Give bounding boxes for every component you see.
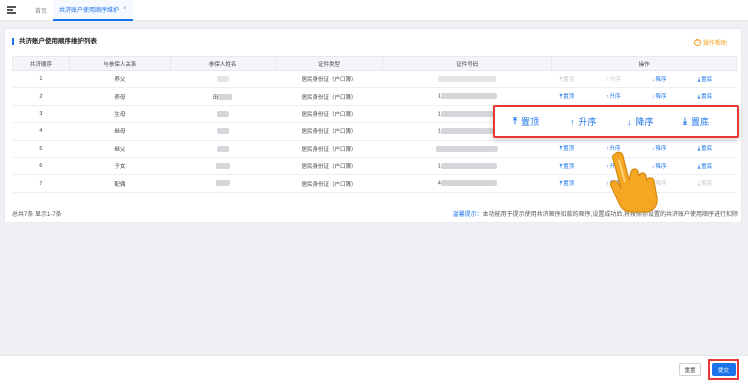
cell-relation: 继父: [69, 140, 171, 158]
submit-button[interactable]: 提交: [711, 363, 736, 376]
cell-id-type: 居民身份证（户口簿）: [275, 140, 383, 158]
cell-id-type: 居民身份证（户口簿）: [275, 105, 383, 124]
bottom-button[interactable]: ⤓置底: [698, 162, 736, 171]
cell-name: 田: [170, 87, 276, 106]
menu-icon[interactable]: [7, 6, 17, 14]
cell-id-number: [382, 70, 552, 89]
up-button[interactable]: ↑升序: [606, 75, 644, 83]
cell-id-number: 4: [382, 174, 552, 193]
pagination-total: 总共7条 显示1-7条: [12, 212, 62, 218]
bottom-button[interactable]: ⤓置底: [698, 75, 736, 84]
header-order: 共济顺序: [12, 56, 70, 71]
redacted-id: [436, 145, 499, 152]
submit-highlight: 提交: [708, 359, 739, 380]
redacted-name: [215, 180, 230, 187]
tab-home[interactable]: 首页: [29, 6, 53, 15]
help-icon: ?: [693, 39, 701, 46]
cell-id-type: 居民身份证（户口簿）: [275, 70, 383, 89]
arrow-top-icon: ⤒: [513, 116, 517, 126]
top-button[interactable]: ⤒置顶: [560, 144, 598, 153]
redacted-id: [440, 128, 497, 135]
popup-bottom-button[interactable]: ⤓ 置底: [683, 115, 709, 128]
top-button[interactable]: ⤒置顶: [560, 162, 598, 171]
cell-order: 7: [12, 174, 70, 193]
table-row: 1 养父 居民身份证（户口簿） ⤒置顶 ↑升序 ↓降序 ⤓置底: [12, 70, 737, 89]
cell-name: [170, 105, 276, 124]
table-header: 共济顺序 与参保人关系 参保人姓名 证件类型 证件号码 操作: [12, 56, 737, 71]
top-button[interactable]: ⤒置顶: [560, 179, 598, 188]
redacted-id: [440, 110, 497, 117]
cell-order: 4: [12, 122, 70, 141]
popup-down-button[interactable]: ↓ 降序: [627, 115, 654, 128]
cell-id-number: [382, 140, 552, 158]
bottom-button[interactable]: ⤓置底: [698, 144, 736, 153]
hand-pointer-icon: [609, 151, 658, 213]
table-row: 2 养母 田 居民身份证（户口簿） 1 ⤒置顶 ↑升序 ↓降序 ⤓置底: [12, 87, 737, 106]
cell-order: 1: [12, 70, 70, 89]
redacted-name: [216, 128, 229, 135]
top-button[interactable]: ⤒置顶: [560, 92, 598, 101]
help-label: 操作帮助: [702, 41, 727, 47]
popup-top-button[interactable]: ⤒ 置顶: [513, 115, 539, 128]
header-name: 参保人姓名: [169, 56, 276, 71]
cell-relation: 子女: [69, 157, 171, 176]
cell-relation: 养母: [69, 87, 171, 106]
cell-name: [170, 122, 276, 141]
cell-relation: 养父: [69, 70, 171, 89]
tip-text: 温馨提示：本功能用于提示使用共济顺序扣款的顺序,设置成功后,将按照你设置的共济账…: [453, 209, 738, 218]
cell-id-type: 居民身份证（户口簿）: [275, 174, 383, 193]
cell-id-type: 居民身份证（户口簿）: [275, 122, 383, 141]
arrow-up-icon: ↑: [570, 116, 575, 127]
help-link[interactable]: ? 操作帮助: [693, 38, 727, 47]
redacted-name: [216, 110, 229, 117]
cell-relation: 继母: [69, 122, 171, 141]
reset-button[interactable]: 重置: [679, 363, 701, 376]
cell-name: [170, 174, 276, 193]
footer-bar: 重置 提交: [0, 355, 748, 386]
tab-account-order[interactable]: 共济账户使用顺序维护 ×: [53, 0, 133, 21]
redacted-id: [440, 162, 497, 169]
cell-actions: ⤒置顶 ↑升序 ↓降序 ⤓置底: [551, 70, 737, 89]
cell-name: [170, 140, 276, 158]
redacted-name: [218, 94, 233, 101]
panel-title: 共济账户使用顺序维护列表: [12, 38, 97, 45]
cell-id-type: 居民身份证（户口簿）: [275, 157, 383, 176]
header-actions: 操作: [551, 56, 737, 71]
cell-relation: 配偶: [69, 174, 171, 193]
close-icon[interactable]: ×: [123, 6, 127, 12]
top-button[interactable]: ⤒置顶: [560, 75, 598, 84]
redacted-id: [440, 93, 497, 100]
down-button[interactable]: ↓降序: [652, 75, 690, 83]
cell-name: [170, 157, 276, 176]
cell-actions: ⤒置顶 ↑升序 ↓降序 ⤓置底: [551, 87, 737, 106]
tip-label: 温馨提示：: [452, 212, 483, 218]
cell-order: 6: [12, 157, 70, 176]
cell-id-number: 1: [382, 87, 552, 106]
redacted-name: [215, 162, 230, 169]
cell-order: 3: [12, 105, 70, 124]
redacted-name: [216, 75, 229, 82]
tab-label: 共济账户使用顺序维护: [59, 7, 120, 14]
cell-name: [170, 70, 276, 89]
header-id-number: 证件号码: [382, 56, 553, 71]
cell-id-number: 1: [382, 157, 552, 176]
bottom-button[interactable]: ⤓置底: [698, 179, 736, 188]
redacted-id: [440, 180, 497, 187]
cell-relation: 生母: [69, 105, 171, 124]
arrow-bottom-icon: ⤓: [683, 116, 687, 126]
redacted-name: [216, 145, 229, 152]
cell-id-type: 居民身份证（户口簿）: [275, 87, 383, 106]
order-actions-popup: ⤒ 置顶 ↑ 升序 ↓ 降序 ⤓ 置底: [493, 105, 739, 138]
header-relation: 与参保人关系: [68, 56, 171, 71]
popup-up-button[interactable]: ↑ 升序: [570, 115, 597, 128]
up-button[interactable]: ↑升序: [606, 92, 644, 100]
bottom-button[interactable]: ⤓置底: [698, 92, 736, 101]
cell-order: 2: [12, 87, 70, 106]
cell-order: 5: [12, 140, 70, 158]
redacted-id: [438, 75, 497, 82]
arrow-down-icon: ↓: [627, 116, 632, 127]
header-id-type: 证件类型: [274, 56, 384, 71]
tab-bar: 首页 共济账户使用顺序维护 ×: [0, 0, 748, 21]
down-button[interactable]: ↓降序: [652, 92, 690, 100]
